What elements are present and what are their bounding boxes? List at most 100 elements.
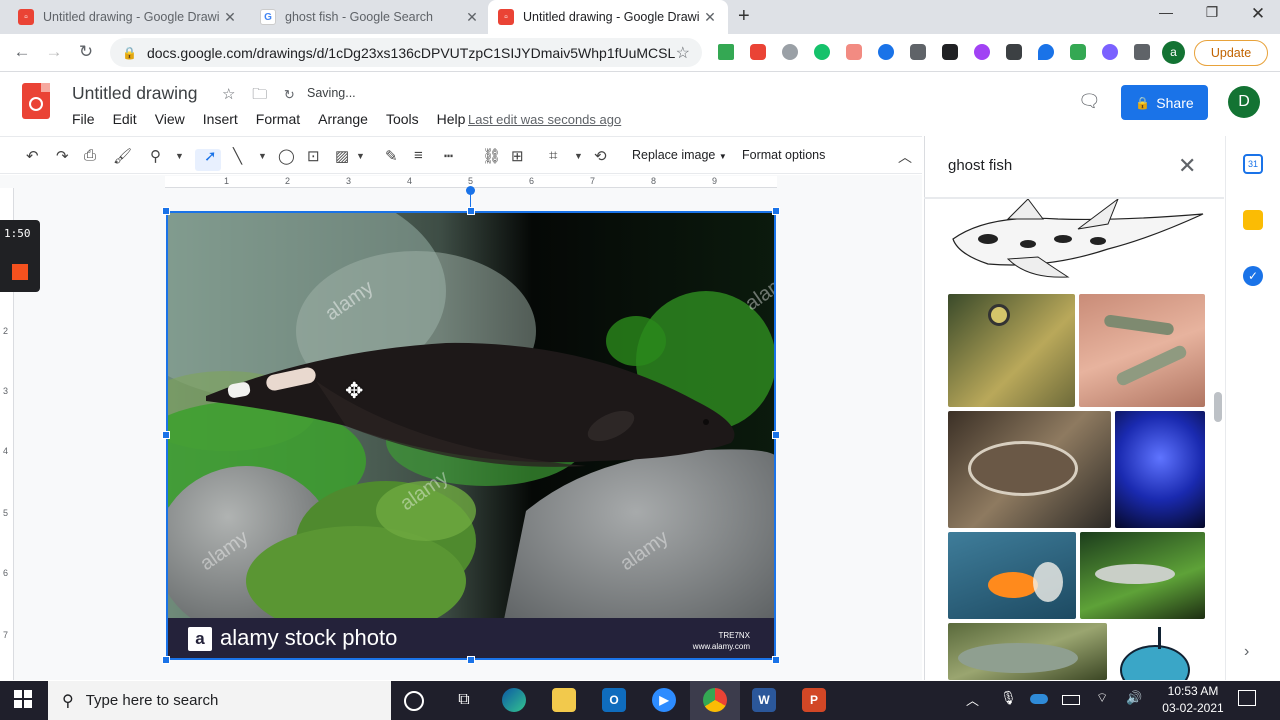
close-icon[interactable]: ✕: [1178, 153, 1196, 179]
select-cursor-icon[interactable]: ➚: [204, 147, 217, 165]
chevron-down-icon[interactable]: ▼: [356, 151, 365, 161]
search-query[interactable]: ghost fish: [948, 157, 1012, 174]
last-edit-link[interactable]: Last edit was seconds ago: [468, 112, 621, 127]
omnibox[interactable]: 🔒 docs.google.com/drawings/d/1cDg23xs136…: [110, 38, 702, 67]
tray-chevron-icon[interactable]: ︿: [966, 690, 979, 709]
extension-icon[interactable]: [782, 44, 798, 60]
extension-icon[interactable]: [974, 44, 990, 60]
image-icon[interactable]: ▨: [335, 147, 349, 165]
taskbar-search[interactable]: ⚲ Type here to search: [48, 681, 391, 720]
result-thumbnail[interactable]: [948, 623, 1107, 680]
drawings-logo[interactable]: [22, 83, 50, 119]
minimize-icon[interactable]: —: [1146, 4, 1186, 26]
zoom-app-icon[interactable]: ▶: [652, 688, 676, 712]
resize-handle[interactable]: [162, 207, 170, 215]
reset-image-icon[interactable]: ⟲: [594, 147, 607, 165]
chevron-right-icon[interactable]: ›: [1244, 643, 1249, 661]
redo-icon[interactable]: ↷: [56, 147, 69, 165]
result-thumbnail[interactable]: [1110, 623, 1205, 680]
move-folder-icon[interactable]: 🗀: [252, 86, 267, 103]
reload-icon[interactable]: ↻: [74, 42, 98, 64]
resize-handle[interactable]: [162, 656, 170, 664]
extension-icon[interactable]: [1070, 44, 1086, 60]
resize-handle[interactable]: [772, 207, 780, 215]
extension-icon[interactable]: [846, 44, 862, 60]
chevron-down-icon[interactable]: ▼: [175, 151, 184, 161]
border-weight-icon[interactable]: ≡: [414, 147, 423, 164]
wifi-icon[interactable]: ⌔: [1096, 690, 1108, 706]
word-icon[interactable]: W: [752, 688, 776, 712]
resize-handle[interactable]: [772, 656, 780, 664]
zoom-icon[interactable]: ⚲: [150, 147, 161, 165]
replace-image-button[interactable]: Replace image ▼: [632, 148, 727, 162]
onedrive-icon[interactable]: [1030, 694, 1048, 704]
battery-icon[interactable]: [1062, 695, 1080, 705]
panel-scrollbar[interactable]: [1214, 392, 1222, 422]
document-title[interactable]: Untitled drawing: [72, 83, 197, 104]
resize-handle[interactable]: [467, 207, 475, 215]
back-icon[interactable]: ←: [10, 42, 34, 64]
result-thumbnail[interactable]: [1079, 294, 1205, 407]
menu-view[interactable]: View: [155, 111, 185, 127]
undo-icon[interactable]: ↶: [26, 147, 39, 165]
microphone-icon[interactable]: 🎙: [1000, 690, 1017, 706]
tab-drawing-1[interactable]: ▫ Untitled drawing - Google Drawi ✕: [8, 0, 248, 34]
menu-tools[interactable]: Tools: [386, 111, 419, 127]
calendar-icon[interactable]: 31: [1243, 154, 1263, 174]
rotate-handle[interactable]: [466, 186, 475, 195]
update-button[interactable]: Update: [1194, 40, 1268, 66]
extension-icon[interactable]: [1038, 44, 1054, 60]
extension-icon[interactable]: [878, 44, 894, 60]
share-button[interactable]: 🔒 Share: [1121, 85, 1208, 120]
extension-icon[interactable]: [942, 44, 958, 60]
comment-icon[interactable]: 🗨: [1078, 91, 1102, 111]
result-thumbnail[interactable]: [948, 532, 1076, 619]
menu-edit[interactable]: Edit: [113, 111, 137, 127]
task-view-icon[interactable]: ⧉: [452, 688, 476, 712]
result-thumbnail[interactable]: [948, 411, 1111, 528]
extension-icon[interactable]: [718, 44, 734, 60]
extension-icon[interactable]: [910, 44, 926, 60]
border-dash-icon[interactable]: ┅: [444, 147, 453, 165]
puzzle-icon[interactable]: [1134, 44, 1150, 60]
file-explorer-icon[interactable]: [552, 688, 576, 712]
resize-handle[interactable]: [772, 431, 780, 439]
extension-icon[interactable]: [1102, 44, 1118, 60]
chevron-down-icon[interactable]: ▼: [258, 151, 267, 161]
volume-icon[interactable]: 🔊: [1126, 690, 1142, 706]
tab-drawing-2[interactable]: ▫ Untitled drawing - Google Drawi ✕: [488, 0, 728, 34]
menu-file[interactable]: File: [72, 111, 95, 127]
close-icon[interactable]: ✕: [464, 9, 480, 26]
menu-format[interactable]: Format: [256, 111, 300, 127]
border-color-icon[interactable]: ✎: [385, 147, 398, 165]
stop-recording-button[interactable]: [12, 264, 28, 280]
keep-icon[interactable]: [1243, 210, 1263, 230]
result-thumbnail[interactable]: [948, 199, 1206, 283]
windows-start-icon[interactable]: [14, 690, 32, 708]
result-thumbnail[interactable]: [1080, 532, 1205, 619]
powerpoint-icon[interactable]: P: [802, 688, 826, 712]
line-icon[interactable]: ╲: [233, 147, 242, 165]
resize-handle[interactable]: [467, 656, 475, 664]
close-window-icon[interactable]: ✕: [1238, 4, 1278, 26]
restore-icon[interactable]: ❐: [1192, 4, 1232, 26]
star-icon[interactable]: ☆: [222, 86, 235, 103]
add-comment-icon[interactable]: ⊞: [511, 147, 524, 165]
extension-icon[interactable]: [750, 44, 766, 60]
close-icon[interactable]: ✕: [702, 9, 718, 26]
grammarly-icon[interactable]: [814, 44, 830, 60]
extension-icon[interactable]: [1006, 44, 1022, 60]
chevron-down-icon[interactable]: ▼: [574, 151, 583, 161]
menu-help[interactable]: Help: [437, 111, 466, 127]
result-thumbnail[interactable]: [1115, 411, 1205, 528]
forward-icon[interactable]: →: [42, 42, 66, 64]
taskbar-clock[interactable]: 10:53 AM 03-02-2021: [1158, 683, 1228, 717]
result-thumbnail[interactable]: [948, 294, 1075, 407]
bookmark-star-icon[interactable]: ☆: [676, 43, 690, 63]
tab-google-search[interactable]: G ghost fish - Google Search ✕: [250, 0, 490, 34]
notifications-icon[interactable]: [1238, 690, 1256, 706]
tasks-icon[interactable]: ✓: [1243, 266, 1263, 286]
shape-icon[interactable]: ◯: [278, 147, 295, 165]
print-icon[interactable]: ⎙: [84, 147, 96, 164]
resize-handle[interactable]: [162, 431, 170, 439]
